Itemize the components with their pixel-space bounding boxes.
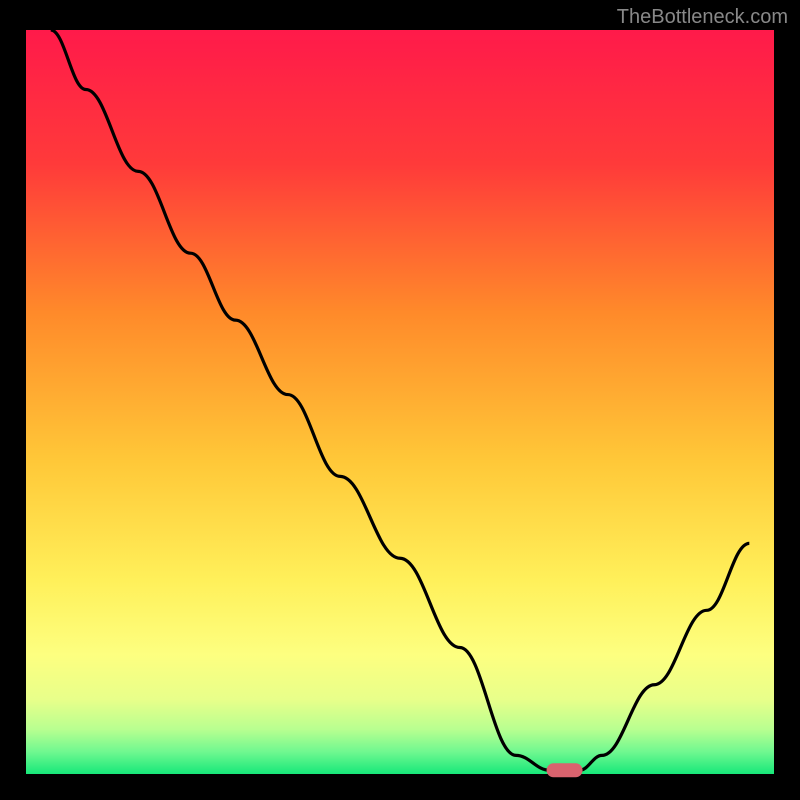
bottleneck-chart: TheBottleneck.com [0, 0, 800, 800]
gradient-background [26, 30, 774, 774]
optimal-marker [547, 763, 583, 777]
watermark-text: TheBottleneck.com [617, 6, 788, 29]
chart-svg [0, 0, 800, 800]
